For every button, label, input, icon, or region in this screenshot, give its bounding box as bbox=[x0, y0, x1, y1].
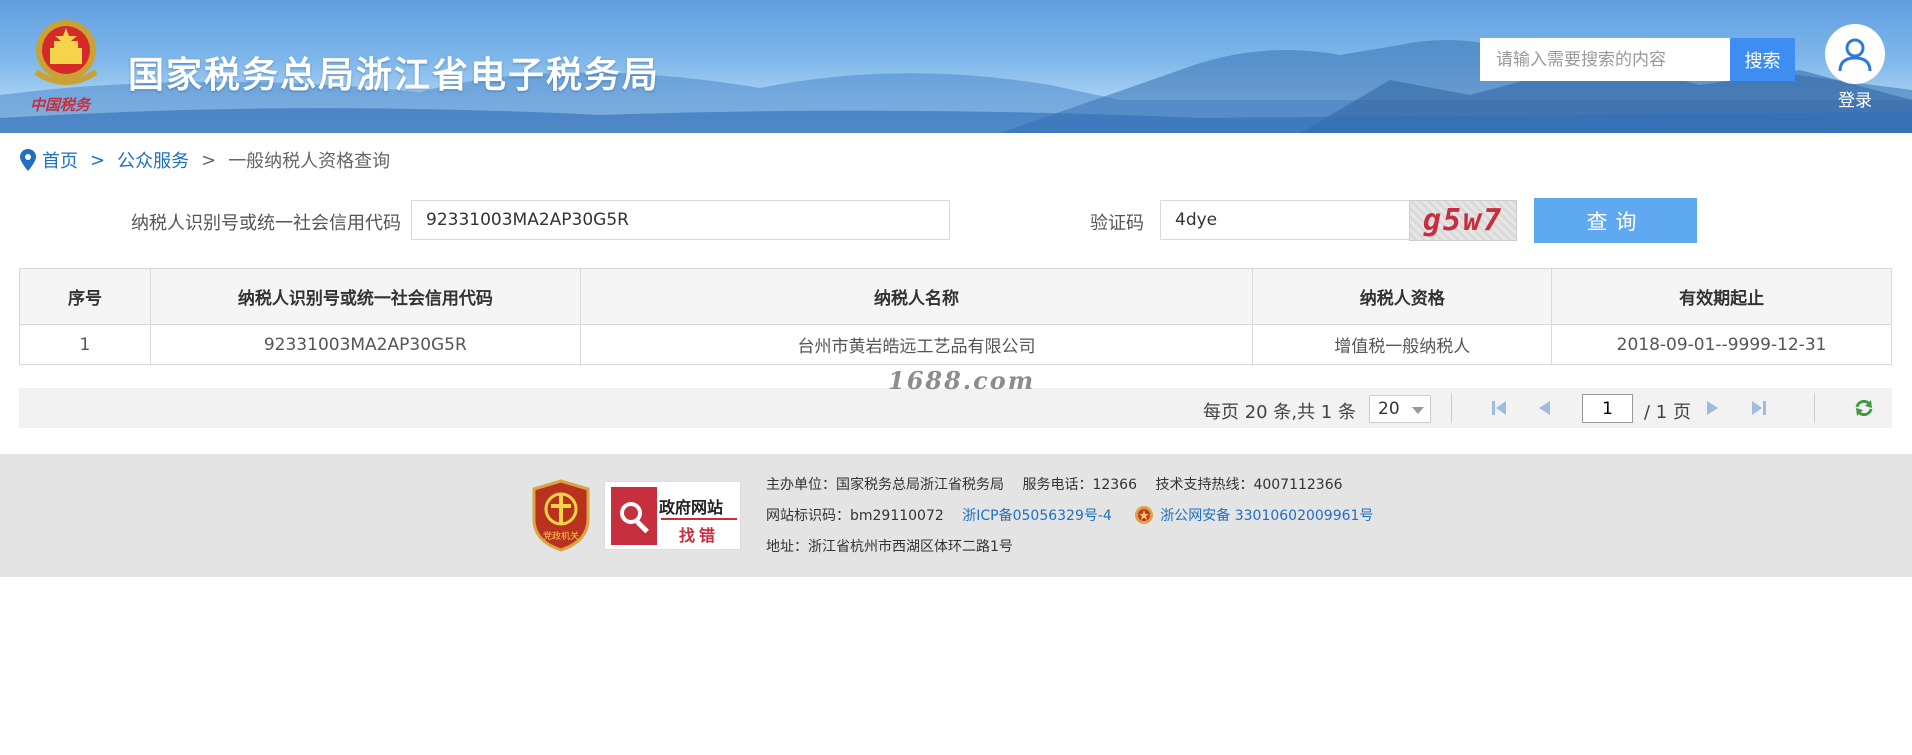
query-button[interactable]: 查询 bbox=[1534, 198, 1697, 243]
footer-sponsor: 主办单位：国家税务总局浙江省税务局 bbox=[766, 477, 1004, 493]
breadcrumb-separator: > bbox=[90, 149, 106, 171]
total-pages-text: / 1 页 bbox=[1644, 402, 1691, 423]
footer-line-2: 网站标识码：bm29110072 浙ICP备05056329号-4 浙公网安备 … bbox=[766, 505, 1373, 525]
breadcrumb-separator: > bbox=[201, 149, 217, 171]
page-size-value: 20 bbox=[1378, 399, 1400, 419]
search-input[interactable] bbox=[1480, 38, 1730, 81]
login-button[interactable]: 登录 bbox=[1822, 24, 1888, 111]
emblem-caption: 中国税务 bbox=[30, 96, 91, 114]
next-page-icon[interactable] bbox=[1704, 399, 1722, 417]
party-badge-icon[interactable]: 党政机关 bbox=[530, 479, 592, 552]
site-title: 国家税务总局浙江省电子税务局 bbox=[128, 55, 661, 96]
first-page-icon[interactable] bbox=[1490, 399, 1508, 417]
cell-taxpayer-name: 台州市黄岩皓远工艺品有限公司 bbox=[579, 324, 1254, 365]
footer-site-id: 网站标识码：bm29110072 bbox=[766, 508, 944, 524]
party-badge-text: 党政机关 bbox=[543, 530, 579, 542]
footer-support-hotline: 技术支持热线：4007112366 bbox=[1155, 477, 1343, 493]
footer-icp-link[interactable]: 浙ICP备05056329号-4 bbox=[962, 508, 1112, 524]
magnifier-flag-icon bbox=[611, 487, 657, 545]
column-header-taxpayer-id: 纳税人识别号或统一社会信用代码 bbox=[149, 268, 581, 325]
footer-address: 地址：浙江省杭州市西湖区体环二路1号 bbox=[766, 539, 1013, 555]
user-icon bbox=[1838, 38, 1872, 72]
table-row: 1 92331003MA2AP30G5R 台州市黄岩皓远工艺品有限公司 增值税一… bbox=[19, 324, 1892, 365]
column-header-qualification: 纳税人资格 bbox=[1252, 268, 1553, 325]
pager-divider bbox=[1814, 393, 1815, 423]
column-header-index: 序号 bbox=[19, 268, 151, 325]
pager-divider bbox=[1451, 393, 1452, 423]
cell-index: 1 bbox=[19, 324, 151, 365]
cell-qualification: 增值税一般纳税人 bbox=[1252, 324, 1553, 365]
login-label: 登录 bbox=[1838, 91, 1872, 111]
taxpayer-id-label: 纳税人识别号或统一社会信用代码 bbox=[131, 213, 401, 234]
location-pin-icon bbox=[20, 149, 36, 171]
last-page-icon[interactable] bbox=[1750, 399, 1768, 417]
gov-error-subtitle: 找错 bbox=[679, 526, 720, 545]
chevron-down-icon bbox=[1412, 407, 1424, 414]
cell-taxpayer-id: 92331003MA2AP30G5R bbox=[149, 324, 581, 365]
table-header-row: 序号 纳税人识别号或统一社会信用代码 纳税人名称 纳税人资格 有效期起止 bbox=[19, 268, 1892, 325]
site-footer: 党政机关 政府网站 找错 主办单位：国家税务总局浙江省税务局 服务电话：1236… bbox=[0, 454, 1912, 577]
taxpayer-id-input[interactable] bbox=[411, 200, 950, 240]
police-badge-icon bbox=[1135, 506, 1154, 524]
results-table: 序号 纳税人识别号或统一社会信用代码 纳税人名称 纳税人资格 有效期起止 1 9… bbox=[19, 268, 1892, 365]
captcha-input[interactable] bbox=[1160, 200, 1410, 240]
pager-summary: 每页 20 条,共 1 条 bbox=[1203, 402, 1356, 423]
footer-line-1: 主办单位：国家税务总局浙江省税务局 服务电话：12366 技术支持热线：4007… bbox=[766, 474, 1357, 494]
gov-error-report-link[interactable]: 政府网站 找错 bbox=[604, 481, 741, 550]
gov-error-title: 政府网站 bbox=[659, 498, 724, 517]
page-size-select[interactable]: 20 bbox=[1369, 395, 1431, 423]
prev-page-icon[interactable] bbox=[1535, 399, 1553, 417]
footer-service-phone: 服务电话：12366 bbox=[1022, 477, 1137, 493]
refresh-icon[interactable] bbox=[1854, 399, 1874, 417]
breadcrumb-current: 一般纳税人资格查询 bbox=[228, 151, 391, 172]
breadcrumb-home[interactable]: 首页 bbox=[42, 147, 78, 173]
footer-police-record-link[interactable]: 浙公网安备 33010602009961号 bbox=[1160, 508, 1373, 524]
column-header-taxpayer-name: 纳税人名称 bbox=[579, 268, 1254, 325]
breadcrumb: 首页 > 公众服务 > 一般纳税人资格查询 bbox=[20, 148, 390, 172]
breadcrumb-public-service[interactable]: 公众服务 bbox=[117, 147, 189, 173]
search-button[interactable]: 搜索 bbox=[1730, 38, 1795, 81]
captcha-image[interactable]: g5w7 bbox=[1409, 200, 1517, 241]
captcha-label: 验证码 bbox=[1090, 213, 1144, 234]
watermark: 1688.com bbox=[888, 366, 1036, 395]
current-page-input[interactable] bbox=[1582, 394, 1633, 423]
column-header-validity: 有效期起止 bbox=[1551, 268, 1892, 325]
site-header: 中国税务 国家税务总局浙江省电子税务局 搜索 登录 bbox=[0, 0, 1912, 133]
cell-validity: 2018-09-01--9999-12-31 bbox=[1551, 324, 1892, 365]
gov-error-divider bbox=[661, 518, 737, 520]
